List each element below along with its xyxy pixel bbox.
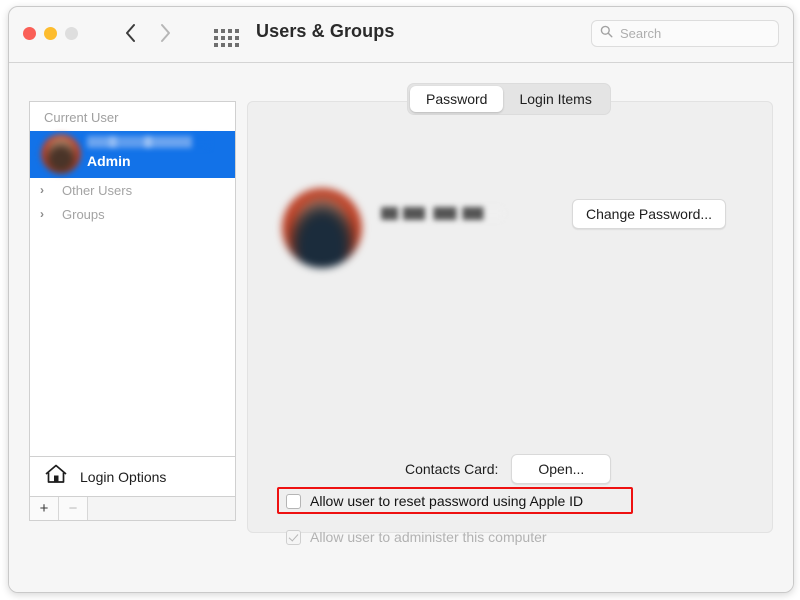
sidebar-item-label: Login Options — [80, 469, 166, 485]
home-icon — [44, 463, 68, 490]
open-contacts-card-button[interactable]: Open... — [511, 454, 611, 484]
avatar — [41, 134, 81, 174]
users-sidebar: Current User Admin › Other Users › Group… — [29, 101, 236, 521]
search-field[interactable]: Search — [591, 20, 779, 47]
contacts-card-row: Contacts Card: Open... — [405, 454, 611, 484]
sidebar-item-current-user[interactable]: Admin — [30, 131, 235, 178]
allow-administer-label: Allow user to administer this computer — [310, 529, 547, 545]
sidebar-user-name-redacted — [87, 136, 209, 148]
allow-reset-password-row[interactable]: Allow user to reset password using Apple… — [286, 493, 583, 509]
sidebar-item-other-users[interactable]: › Other Users — [30, 178, 235, 202]
minimize-button[interactable] — [44, 27, 57, 40]
preference-pane-body: Current User Admin › Other Users › Group… — [9, 63, 793, 592]
zoom-button[interactable] — [65, 27, 78, 40]
add-remove-user-bar: + − — [29, 497, 236, 521]
show-all-grid-icon[interactable] — [214, 29, 239, 47]
chevron-right-icon[interactable]: › — [40, 208, 52, 220]
users-list: Current User Admin › Other Users › Group… — [29, 101, 236, 456]
sidebar-user-role: Admin — [87, 153, 131, 169]
tab-password[interactable]: Password — [410, 86, 503, 112]
close-button[interactable] — [23, 27, 36, 40]
sidebar-item-label: Groups — [62, 207, 105, 222]
search-icon — [600, 25, 613, 43]
sidebar-item-login-options[interactable]: Login Options — [29, 456, 236, 497]
window-toolbar: Users & Groups Search — [9, 7, 793, 63]
contacts-card-label: Contacts Card: — [405, 461, 498, 477]
add-user-button[interactable]: + — [30, 497, 59, 520]
remove-user-button: − — [59, 497, 88, 520]
page-title: Users & Groups — [256, 21, 394, 42]
forward-chevron-icon[interactable] — [159, 22, 172, 44]
account-tabs: Password Login Items — [407, 83, 611, 115]
allow-administer-row: Allow user to administer this computer — [286, 529, 547, 545]
traffic-light-buttons — [23, 27, 78, 40]
back-chevron-icon[interactable] — [124, 22, 137, 44]
allow-administer-checkbox — [286, 530, 301, 545]
change-password-button[interactable]: Change Password... — [572, 199, 726, 229]
sidebar-item-label: Other Users — [62, 183, 132, 198]
toolbar-filler — [88, 497, 235, 520]
navigation-arrows — [124, 22, 172, 44]
allow-reset-password-checkbox[interactable] — [286, 494, 301, 509]
system-preferences-window: Users & Groups Search Current User Admin… — [8, 6, 794, 593]
sidebar-section-current-user: Current User — [30, 102, 235, 131]
tab-login-items[interactable]: Login Items — [503, 86, 607, 112]
account-avatar[interactable] — [282, 188, 362, 268]
allow-reset-password-label: Allow user to reset password using Apple… — [310, 493, 583, 509]
chevron-right-icon[interactable]: › — [40, 184, 52, 196]
search-placeholder: Search — [620, 26, 661, 41]
account-display-name-redacted — [381, 207, 503, 220]
sidebar-item-groups[interactable]: › Groups — [30, 202, 235, 226]
